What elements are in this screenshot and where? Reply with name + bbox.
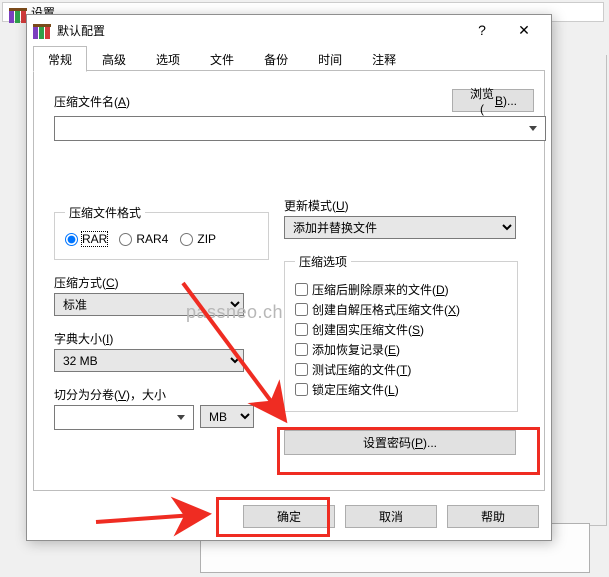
check-delete-after-input[interactable] <box>295 283 308 296</box>
update-mode-select[interactable]: 添加并替换文件 <box>284 216 516 239</box>
check-sfx[interactable]: 创建自解压格式压缩文件(X) <box>295 301 507 318</box>
help-button[interactable]: ? <box>461 17 503 43</box>
cancel-button[interactable]: 取消 <box>345 505 437 528</box>
dict-size-label: 字典大小(I) <box>54 330 269 347</box>
parent-app-icon <box>9 5 23 19</box>
check-lock-input[interactable] <box>295 383 308 396</box>
archive-format-group: 压缩文件格式 RAR RAR4 ZIP <box>54 204 269 260</box>
split-label: 切分为分卷(V)，大小 <box>54 386 269 403</box>
check-solid[interactable]: 创建固实压缩文件(S) <box>295 321 507 338</box>
app-icon <box>33 21 51 39</box>
check-recovery[interactable]: 添加恢复记录(E) <box>295 341 507 358</box>
check-lock[interactable]: 锁定压缩文件(L) <box>295 381 507 398</box>
dialog-titlebar: 默认配置 ? ✕ <box>27 15 551 45</box>
help-footer-button[interactable]: 帮助 <box>447 505 539 528</box>
dialog-title: 默认配置 <box>57 22 461 39</box>
radio-rar[interactable]: RAR <box>65 232 107 246</box>
radio-zip-input[interactable] <box>180 233 193 246</box>
compression-method-select[interactable]: 标准 <box>54 293 244 316</box>
check-test[interactable]: 测试压缩的文件(T) <box>295 361 507 378</box>
tab-general[interactable]: 常规 <box>33 46 87 72</box>
tab-options[interactable]: 选项 <box>141 46 195 71</box>
check-test-input[interactable] <box>295 363 308 376</box>
dialog-footer: 确定 取消 帮助 <box>27 497 551 540</box>
tab-comment[interactable]: 注释 <box>357 46 411 71</box>
radio-zip[interactable]: ZIP <box>180 232 216 246</box>
radio-rar-input[interactable] <box>65 233 78 246</box>
check-recovery-input[interactable] <box>295 343 308 356</box>
tab-advanced[interactable]: 高级 <box>87 46 141 71</box>
ok-button[interactable]: 确定 <box>243 505 335 528</box>
tab-backup[interactable]: 备份 <box>249 46 303 71</box>
radio-rar4[interactable]: RAR4 <box>119 232 168 246</box>
close-button[interactable]: ✕ <box>503 17 545 43</box>
tab-files[interactable]: 文件 <box>195 46 249 71</box>
tab-time[interactable]: 时间 <box>303 46 357 71</box>
radio-rar4-input[interactable] <box>119 233 132 246</box>
check-delete-after[interactable]: 压缩后删除原来的文件(D) <box>295 281 507 298</box>
split-size-combo[interactable] <box>54 405 194 430</box>
compression-options-legend: 压缩选项 <box>295 253 351 270</box>
chevron-down-icon <box>173 415 189 421</box>
tab-body-general: 压缩文件名(A) 浏览(B)... 压缩文件格式 <box>33 71 545 491</box>
tab-row: 常规 高级 选项 文件 备份 时间 注释 <box>27 45 551 71</box>
set-password-button[interactable]: 设置密码(P)... <box>284 430 516 455</box>
compression-method-label: 压缩方式(C) <box>54 274 269 291</box>
check-solid-input[interactable] <box>295 323 308 336</box>
default-profile-dialog: 默认配置 ? ✕ 常规 高级 选项 文件 备份 时间 注释 压缩文件名(A) 浏… <box>26 14 552 541</box>
check-sfx-input[interactable] <box>295 303 308 316</box>
compression-options-group: 压缩选项 压缩后删除原来的文件(D) 创建自解压格式压缩文件(X) 创建固实压缩… <box>284 253 518 412</box>
archive-format-legend: 压缩文件格式 <box>65 204 145 221</box>
split-unit-select[interactable]: MB <box>200 405 254 428</box>
parent-window-edge <box>588 55 607 526</box>
update-mode-label: 更新模式(U) <box>284 197 528 214</box>
dict-size-select[interactable]: 32 MB <box>54 349 244 372</box>
